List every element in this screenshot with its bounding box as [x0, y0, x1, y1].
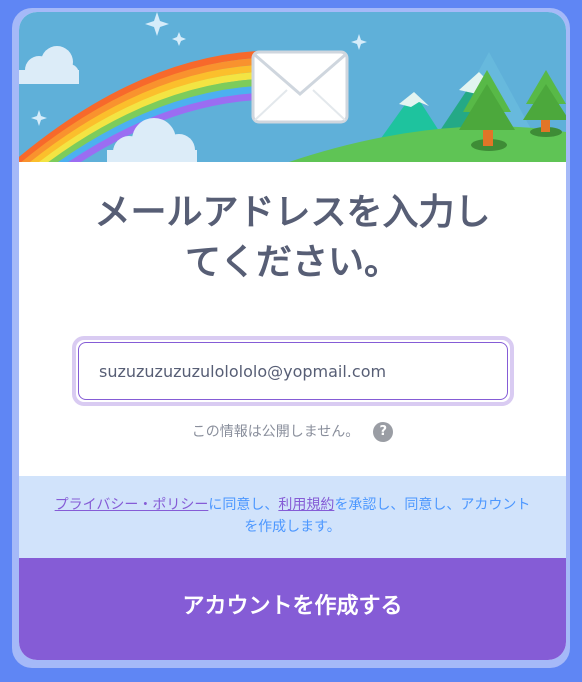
terms-banner: プライバシー・ポリシーに同意し、利用規約を承認し、同意し、アカウントを作成します…: [19, 476, 566, 558]
title-line-1: メールアドレスを入力し: [94, 192, 491, 233]
page-title: メールアドレスを入力し てください。: [19, 188, 566, 288]
hero-illustration: [19, 12, 566, 162]
signup-modal: メールアドレスを入力し てください。 この情報は公開しません。? プライバシー・…: [19, 12, 566, 660]
privacy-policy-link[interactable]: プライバシー・ポリシー: [55, 497, 209, 513]
help-icon[interactable]: ?: [373, 422, 394, 442]
terms-of-use-link[interactable]: 利用規約: [278, 497, 334, 513]
create-account-button[interactable]: アカウントを作成する: [19, 558, 566, 660]
email-field-focus-ring: [72, 336, 514, 406]
envelope-icon: [251, 50, 349, 124]
title-line-2: てください。: [185, 242, 400, 283]
privacy-note-text: この情報は公開しません。: [191, 424, 360, 440]
email-field[interactable]: [78, 342, 508, 400]
privacy-note: この情報は公開しません。?: [19, 421, 566, 442]
terms-text-a: に同意し、: [208, 497, 279, 513]
